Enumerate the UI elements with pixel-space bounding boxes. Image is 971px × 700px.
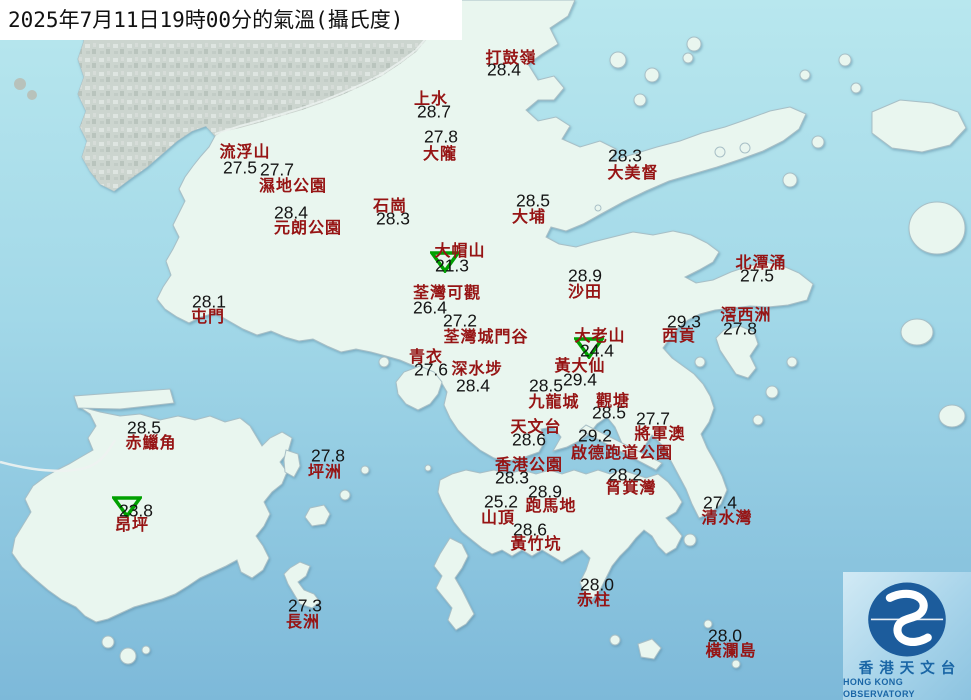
station-name: 天文台 [510, 417, 562, 436]
station-name: 屯門 [190, 307, 226, 326]
station-name: 赤鱲角 [125, 433, 177, 452]
station-name: 將軍澳 [634, 424, 686, 443]
station-name: 大埔 [511, 207, 547, 226]
station-name: 石崗 [372, 196, 408, 215]
station-name: 香港公園 [494, 455, 564, 474]
station-name: 大美督 [607, 163, 659, 182]
temperature-map-screen: 2025年7月11日19時00分的氣溫(攝氏度) 28.4 打鼓嶺 28.7 上水 27… [0, 0, 971, 700]
station-name: 赤柱 [576, 590, 612, 609]
station-name: 荃灣可觀 [412, 283, 482, 302]
station-name: 長洲 [285, 612, 321, 631]
station-name: 筲箕灣 [605, 478, 657, 497]
hko-logo-chinese: 香港天文台 [858, 660, 962, 677]
station-name: 流浮山 [219, 142, 271, 161]
station-name: 青衣 [408, 347, 444, 366]
hko-logo-english: HONG KONG OBSERVATORY [843, 677, 915, 699]
station-name: 昂坪 [114, 515, 150, 534]
station-name: 黃竹坑 [510, 534, 562, 553]
station-name: 深水埗 [451, 359, 503, 378]
station-name: 九龍城 [528, 392, 580, 411]
station-name: 山頂 [480, 508, 516, 527]
station-name: 濕地公園 [258, 176, 328, 195]
station-name: 打鼓嶺 [485, 48, 537, 67]
station-name: 滘西洲 [720, 305, 772, 324]
station-name: 橫瀾島 [705, 641, 757, 660]
station-name: 大老山 [574, 326, 626, 345]
station-name: 西貢 [661, 326, 697, 345]
station-name: 觀塘 [595, 391, 631, 410]
hko-logo: 香港天文台 HONG KONG OBSERVATORY [843, 572, 971, 700]
station-name: 跑馬地 [525, 496, 577, 515]
station-name: 上水 [413, 89, 449, 108]
station-name: 荃灣城門谷 [443, 327, 529, 346]
station-name: 清水灣 [701, 508, 753, 527]
station-name: 坪洲 [307, 462, 343, 481]
station-name: 沙田 [567, 282, 603, 301]
station-name: 北潭涌 [735, 253, 787, 272]
stations-layer: 28.4 打鼓嶺 28.7 上水 27.8 大隴 27.5 流浮山 27.7 濕地公園 28.4 元朗… [0, 0, 971, 700]
station-name: 元朗公園 [273, 218, 343, 237]
station-name: 大帽山 [434, 241, 486, 260]
station-name: 大隴 [422, 144, 458, 163]
station-name: 黃大仙 [554, 356, 606, 375]
hko-emblem-icon [868, 582, 946, 657]
